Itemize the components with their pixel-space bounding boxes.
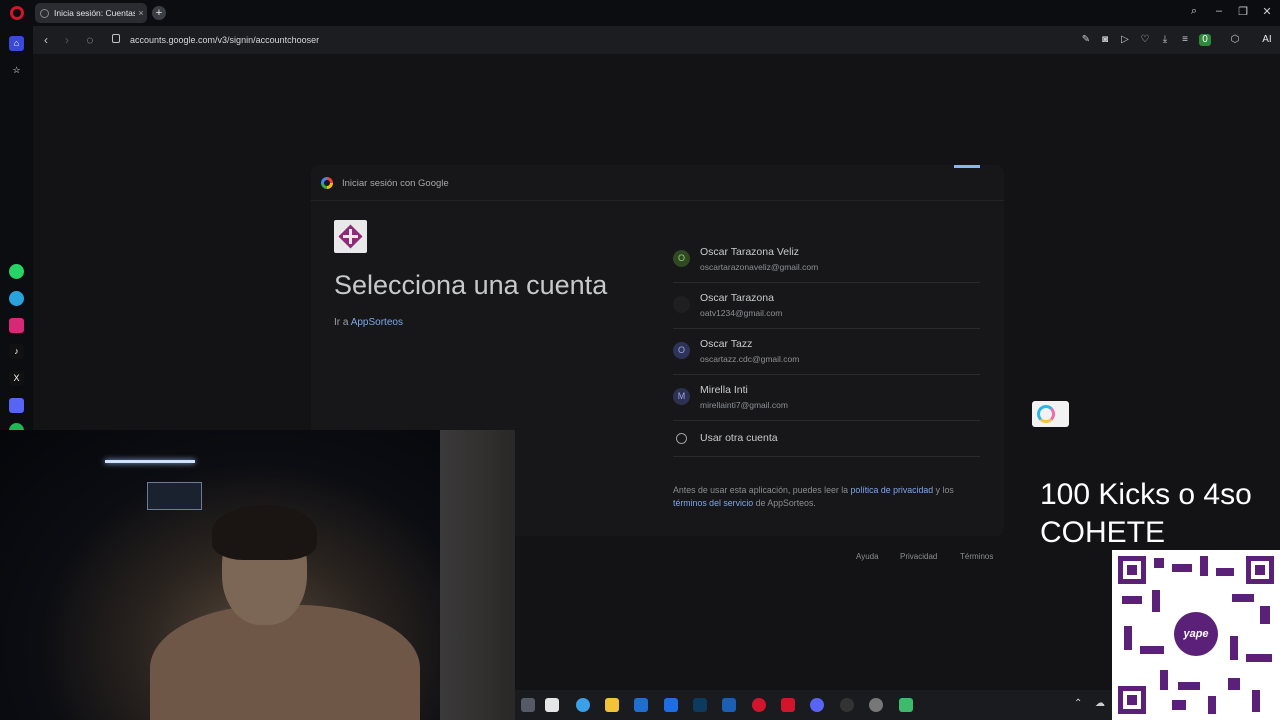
x-icon[interactable]: X [9,371,24,386]
account-name: Mirella Inti [700,384,748,396]
cube-icon[interactable]: ⬡ [1229,34,1241,46]
opera-taskbar-icon[interactable] [752,698,766,712]
dialog-header-title: Iniciar sesión con Google [342,178,449,189]
goto-prefix: Ir a [334,317,349,328]
account-name: Oscar Tazz [700,338,753,350]
account-item-3[interactable]: M Mirella Inti mirellainti7@gmail.com [673,375,980,421]
stop-loading-button[interactable]: ◌ [83,33,97,47]
terms-link[interactable]: Términos [960,552,993,561]
forward-button[interactable]: › [60,33,74,47]
copilot-icon[interactable] [576,698,590,712]
dialog-header: Iniciar sesión con Google [311,165,1004,201]
loading-progress-bar [954,165,980,168]
tray-chevron-icon[interactable]: ⌃ [1074,698,1082,709]
notes-icon[interactable] [899,698,913,712]
stream-goal-line2: COHETE [1040,516,1166,549]
disclaimer-and: y los [935,485,954,495]
restore-icon[interactable]: ❐ [1235,5,1251,18]
tiktok-icon[interactable]: ♪ [9,344,24,359]
opera-logo-icon[interactable] [10,6,24,20]
obs-icon[interactable] [840,698,854,712]
task-view-icon[interactable] [545,698,559,712]
disclaimer-before: Antes de usar esta aplicación, puedes le… [673,485,849,495]
account-name: Oscar Tarazona Veliz [700,246,800,258]
minimize-icon[interactable]: – [1211,5,1227,17]
wps-icon[interactable] [781,698,795,712]
widgets-icon[interactable] [521,698,535,712]
use-other-account-label: Usar otra cuenta [700,432,778,444]
account-name: Oscar Tarazona [700,292,774,304]
screen: Inicia sesión: Cuentas de × + ⌕ – ❐ ✕ ⌂ … [0,0,1280,720]
webcam-feed [0,430,515,720]
account-email: oscartarazonaveliz@gmail.com [700,262,819,272]
tab-title: Inicia sesión: Cuentas de [54,8,135,18]
account-item-0[interactable]: O Oscar Tarazona Veliz oscartarazonaveli… [673,237,980,283]
avatar: O [673,342,690,359]
discord-taskbar-icon[interactable] [810,698,824,712]
extension-badge[interactable]: 0 [1199,34,1211,46]
avatar: O [673,250,690,267]
disclaimer-text: Antes de usar esta aplicación, puedes le… [673,484,988,510]
account-item-2[interactable]: O Oscar Tazz oscartazz.cdc@gmail.com [673,329,980,375]
user-circle-icon [676,433,687,444]
floating-app-icon[interactable] [1032,401,1069,427]
aria-ai-button[interactable]: AI [1255,34,1279,46]
instagram-icon[interactable] [9,318,24,333]
onedrive-icon[interactable]: ☁ [1095,698,1105,709]
help-link[interactable]: Ayuda [856,552,879,561]
telegram-icon[interactable] [9,291,24,306]
account-list: O Oscar Tarazona Veliz oscartarazonaveli… [673,237,980,457]
google-logo-icon [321,177,333,189]
browser-tab[interactable]: Inicia sesión: Cuentas de × [35,3,147,23]
file-explorer-icon[interactable] [605,698,619,712]
whatsapp-icon[interactable] [9,264,24,279]
yape-qr-code: yape [1112,550,1280,720]
privacy-policy-link[interactable]: política de privacidad [851,485,934,495]
photoshop-icon[interactable] [693,698,707,712]
new-tab-button[interactable]: + [152,6,166,20]
avatar [673,296,690,313]
stream-goal-line1: 100 Kicks o 4so [1040,478,1252,511]
lock-icon[interactable] [112,34,120,43]
use-other-account-button[interactable]: Usar otra cuenta [673,421,980,457]
back-button[interactable]: ‹ [39,33,53,47]
browser-tab-bar: Inicia sesión: Cuentas de × + ⌕ – ❐ ✕ [0,0,1280,26]
send-icon[interactable]: ▷ [1119,34,1131,46]
account-email: mirellainti7@gmail.com [700,400,788,410]
account-email: oscartazz.cdc@gmail.com [700,354,800,364]
tab-search-icon[interactable]: ⌕ [1186,5,1202,18]
bookmarks-icon[interactable]: ☆ [9,63,24,78]
loading-favicon-icon [40,8,49,18]
heart-icon[interactable]: ♡ [1139,34,1151,46]
account-email: oatv1234@gmail.com [700,308,783,318]
account-item-1[interactable]: Oscar Tarazona oatv1234@gmail.com [673,283,980,329]
avatar: M [673,388,690,405]
edit-icon[interactable]: ✎ [1080,34,1092,46]
app-logo [334,220,367,253]
store-icon[interactable] [634,698,648,712]
yape-logo: yape [1174,612,1218,656]
browser-sidebar: ⌂ ☆ ♪ X [0,26,33,438]
disclaimer-after: de AppSorteos. [755,498,816,508]
outlook-icon[interactable] [722,698,736,712]
url-field[interactable]: accounts.google.com/v3/signin/accountcho… [130,35,319,45]
windows-taskbar: ⌃ ☁ [515,690,1112,720]
app-link[interactable]: AppSorteos [351,317,403,328]
tab-close-icon[interactable]: × [135,8,147,18]
privacy-link[interactable]: Privacidad [900,552,937,561]
page-title: Selecciona una cuenta [334,270,608,300]
address-bar: ‹ › ◌ accounts.google.com/v3/signin/acco… [33,26,1280,54]
camera-icon[interactable]: ◙ [1099,34,1111,46]
terms-of-service-link[interactable]: términos del servicio [673,498,753,508]
stream-goal-text: 100 Kicks o 4so COHETE [1040,476,1252,552]
discord-icon[interactable] [9,398,24,413]
goto-app-text: Ir a AppSorteos [334,317,403,328]
download-icon[interactable]: ⤓ [1159,34,1171,46]
dropbox-icon[interactable] [664,698,678,712]
close-window-icon[interactable]: ✕ [1259,5,1275,18]
app-icon[interactable] [869,698,883,712]
home-icon[interactable]: ⌂ [9,36,24,51]
menu-icon[interactable]: ≡ [1179,34,1191,46]
